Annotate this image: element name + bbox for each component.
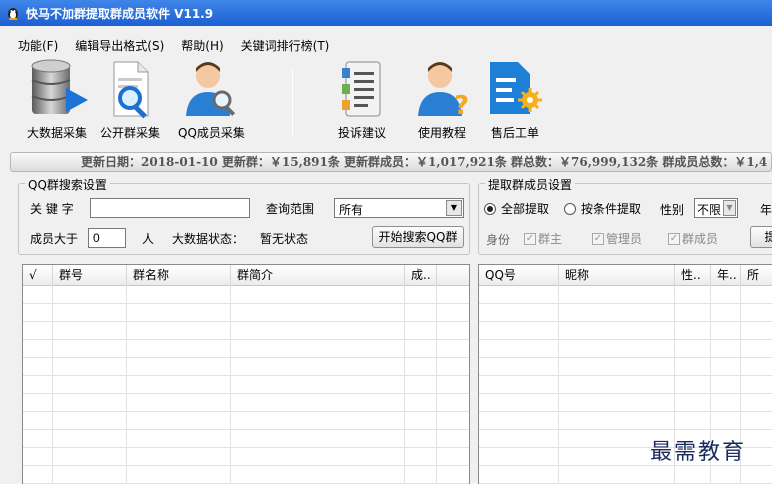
tool-label: 售后工单 [490, 126, 539, 140]
app-penguin-icon [6, 6, 20, 20]
check-icon: ✓ [524, 232, 536, 245]
menu-keyword-ranking[interactable]: 关键词排行榜(T) [241, 37, 330, 54]
col-age[interactable]: 年.. [711, 265, 741, 286]
big-data-status-value: 暂无状态 [260, 232, 309, 246]
database-icon [31, 59, 88, 114]
watermark-text: 最需教育 [650, 440, 747, 465]
table-body [23, 286, 469, 484]
tool-label: 投诉建议 [337, 126, 386, 140]
scope-label: 查询范围 [266, 202, 315, 216]
start-search-button[interactable]: 开始搜索QQ群 [372, 226, 464, 248]
col-member-count[interactable]: 成.. [405, 265, 437, 286]
table-header: √ 群号 群名称 群简介 成.. [23, 265, 469, 286]
gender-value: 不限 [697, 203, 722, 217]
admin-checkbox[interactable]: ✓ 管理员 [592, 230, 642, 247]
menu-function[interactable]: 功能(F) [18, 37, 58, 54]
col-qq-number[interactable]: QQ号 [479, 265, 559, 286]
extract-button[interactable]: 提 [750, 226, 772, 248]
public-group-collect-button[interactable]: 公开群采集 [100, 58, 160, 141]
age-label: 年 [760, 203, 772, 217]
toolbar-separator [292, 68, 293, 136]
big-data-status-label: 大数据状态： [172, 232, 245, 246]
col-group-name[interactable]: 群名称 [127, 265, 231, 286]
tutorial-button[interactable]: ? 使用教程 [412, 58, 472, 141]
check-icon: ✓ [592, 232, 604, 245]
identity-label: 身份 [486, 233, 511, 247]
user-help-icon: ? [418, 62, 469, 121]
user-search-icon [186, 62, 236, 116]
notebook-icon [342, 61, 381, 117]
svg-text:?: ? [454, 91, 469, 121]
owner-checkbox-label: 群主 [538, 232, 563, 246]
col-nickname[interactable]: 昵称 [559, 265, 675, 286]
tool-label: 公开群采集 [100, 126, 161, 140]
ticket-gear-icon [490, 62, 542, 114]
radio-dot [564, 202, 576, 215]
scope-select[interactable]: 所有 ▼ [334, 198, 464, 218]
complaint-suggestion-button[interactable]: 投诉建议 [334, 58, 390, 141]
tool-label: 使用教程 [417, 126, 466, 140]
col-group-number[interactable]: 群号 [53, 265, 127, 286]
keyword-input[interactable] [90, 198, 250, 218]
chevron-down-icon[interactable]: ▼ [723, 200, 736, 216]
document-search-icon [113, 61, 149, 119]
tool-label: QQ成员采集 [178, 126, 245, 140]
col-group-intro[interactable]: 群简介 [231, 265, 405, 286]
gender-select[interactable]: 不限 ▼ [694, 198, 738, 218]
update-info-bar: 更新日期：2018-01-10 更新群：￥15,891条 更新群成员：￥1,01… [10, 152, 772, 172]
extract-by-condition-label: 按条件提取 [581, 202, 642, 216]
member-checkbox[interactable]: ✓ 群成员 [668, 230, 718, 247]
col-check[interactable]: √ [23, 265, 53, 286]
big-data-collect-button[interactable]: 大数据采集 [22, 58, 92, 141]
tool-label: 大数据采集 [26, 126, 87, 140]
menu-help[interactable]: 帮助(H) [181, 37, 223, 54]
qq-member-collect-button[interactable]: QQ成员采集 [178, 58, 245, 141]
col-gender[interactable]: 性.. [675, 265, 711, 286]
table-header: QQ号 昵称 性.. 年.. 所 [479, 265, 772, 286]
extract-by-condition-radio[interactable]: 按条件提取 [564, 200, 641, 217]
gender-label: 性别 [660, 203, 685, 217]
title-bar: 快马不加群提取群成员软件 V11.9 [0, 0, 772, 26]
chevron-down-icon[interactable]: ▼ [446, 200, 462, 216]
window-title: 快马不加群提取群成员软件 V11.9 [26, 6, 214, 21]
group-legend: 提取群成员设置 [485, 176, 576, 193]
owner-checkbox[interactable]: ✓ 群主 [524, 230, 562, 247]
menu-export-format[interactable]: 编辑导出格式(S) [75, 37, 164, 54]
group-list-table[interactable]: √ 群号 群名称 群简介 成.. [22, 264, 470, 484]
after-sales-ticket-button[interactable]: 售后工单 [484, 58, 546, 141]
menu-bar: 功能(F) 编辑导出格式(S) 帮助(H) 关键词排行榜(T) [0, 34, 346, 56]
members-count-input[interactable] [88, 228, 126, 248]
keyword-label: 关 键 字 [30, 202, 74, 216]
scope-value: 所有 [339, 203, 364, 217]
check-icon: ✓ [668, 232, 680, 245]
extract-all-radio[interactable]: 全部提取 [484, 200, 549, 217]
admin-checkbox-label: 管理员 [606, 232, 643, 246]
col-location[interactable]: 所 [741, 265, 772, 286]
toolbar: 大数据采集 公开群采集 QQ成员采集 投诉建议 ? 使用教程 售后工单 [0, 58, 772, 146]
group-legend: QQ群搜索设置 [25, 176, 110, 193]
members-unit-label: 人 [142, 232, 155, 246]
extract-all-label: 全部提取 [501, 202, 550, 216]
radio-dot [484, 202, 496, 215]
member-checkbox-label: 群成员 [682, 232, 719, 246]
members-greater-label: 成员大于 [30, 232, 79, 246]
